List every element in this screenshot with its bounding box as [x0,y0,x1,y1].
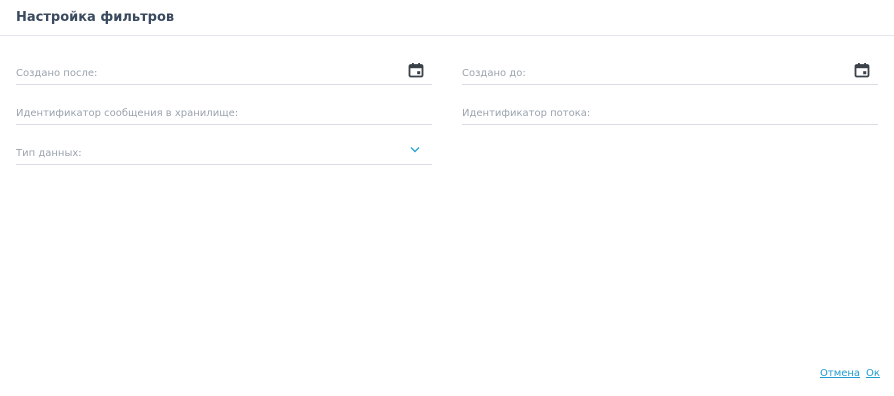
data-type-label: Тип данных: [16,148,82,159]
data-type-select[interactable]: Тип данных: [16,141,432,165]
created-before-label: Создано до: [462,68,526,79]
ok-button[interactable]: Ок [866,368,880,379]
stream-id-field[interactable]: Идентификатор потока: [462,101,878,125]
created-after-label: Создано после: [16,68,98,79]
storage-message-id-field[interactable]: Идентификатор сообщения в хранилище: [16,101,432,125]
dialog-title: Настройка фильтров [16,10,175,25]
calendar-icon[interactable] [854,62,870,78]
chevron-down-icon[interactable] [410,146,420,153]
created-after-field[interactable]: Создано после: [16,61,432,85]
storage-message-id-label: Идентификатор сообщения в хранилище: [16,108,239,119]
stream-id-label: Идентификатор потока: [462,108,591,119]
created-before-field[interactable]: Создано до: [462,61,878,85]
calendar-icon[interactable] [408,62,424,78]
filter-settings-dialog: Настройка фильтров Создано после: Создан… [0,0,894,396]
cancel-button[interactable]: Отмена [820,368,860,379]
dialog-header: Настройка фильтров [0,0,894,36]
